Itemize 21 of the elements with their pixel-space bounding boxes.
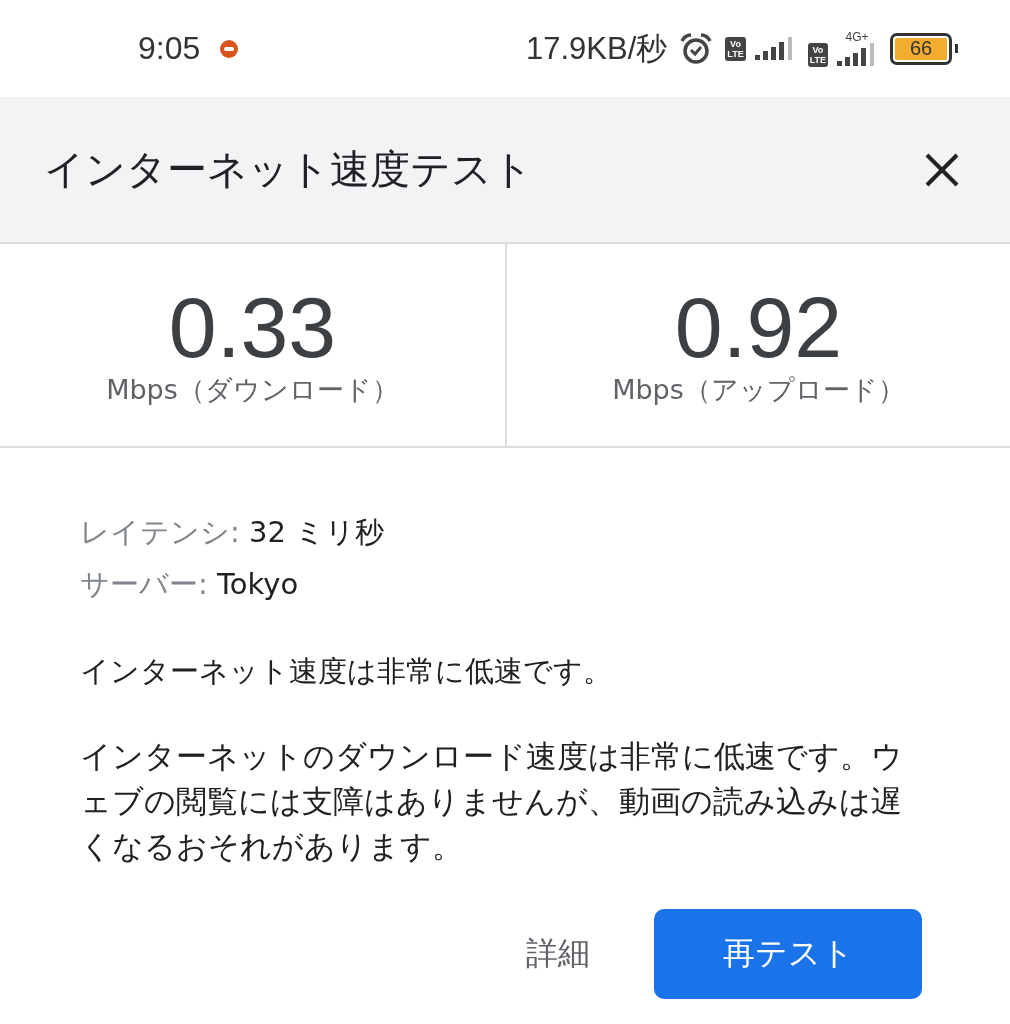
- speed-value: 0.92: [674, 282, 843, 372]
- details-button[interactable]: 詳細: [522, 922, 594, 986]
- speed-unit: Mbps（ダウンロード）: [106, 373, 399, 407]
- detail-value: 32 ミリ秒: [249, 515, 385, 549]
- notification-icon: [220, 39, 239, 58]
- volte-badge: Vo LTE: [725, 36, 746, 61]
- close-icon[interactable]: [924, 151, 960, 188]
- speed-unit: Mbps（アップロード）: [612, 373, 905, 407]
- retest-button[interactable]: 再テスト: [654, 909, 922, 999]
- description-text: インターネットのダウンロード速度は非常に低速です。ウェブの閲覧には支障はありませんが、動画の読み込みは遅くなるおそれがあります。: [80, 737, 904, 866]
- summary-text: インターネット速度は非常に低速です。: [80, 653, 613, 690]
- speed-value: 0.33: [168, 282, 337, 372]
- dialog-title: インターネット速度テスト: [44, 145, 533, 194]
- detail-label: サーバー:: [80, 567, 208, 601]
- network-speed: 17.9KB/秒: [526, 29, 668, 68]
- alarm-icon: [679, 32, 714, 65]
- status-time: 9:05: [138, 30, 201, 67]
- detail-value: Tokyo: [217, 567, 299, 601]
- detail-label: レイテンシ:: [80, 515, 240, 549]
- volte-badge: Vo LTE: [807, 42, 828, 67]
- network-type: 4G+: [845, 30, 869, 43]
